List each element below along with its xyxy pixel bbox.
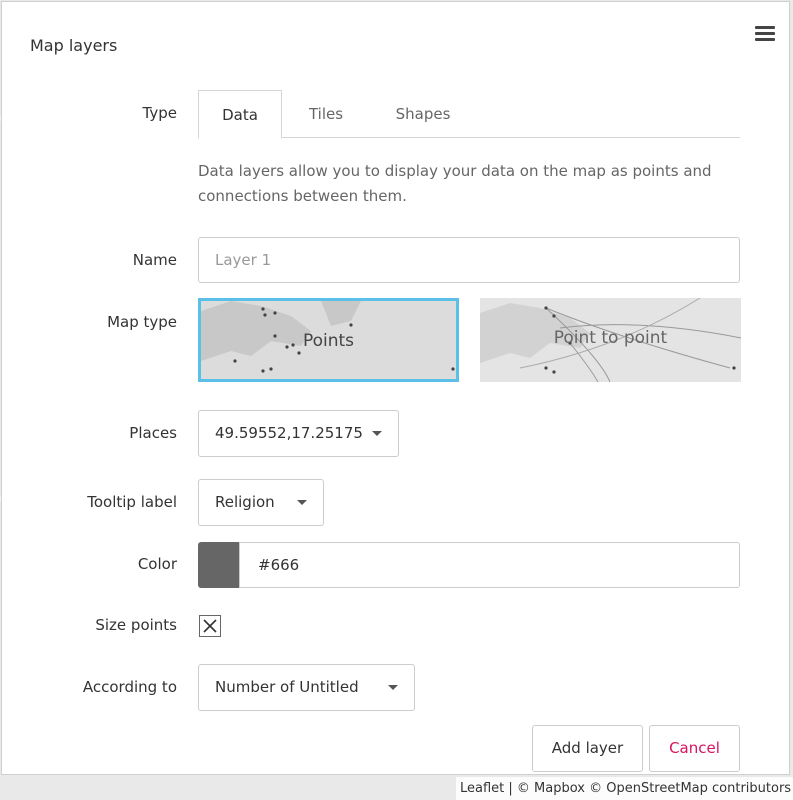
map-attribution[interactable]: Leaflet | © Mapbox © OpenStreetMap contr… (456, 777, 793, 800)
data-layer-description: Data layers allow you to display your da… (198, 162, 712, 205)
places-label: Places (129, 424, 177, 442)
color-label: Color (137, 555, 177, 573)
places-selected-value: 49.59552,17.25175 (215, 424, 363, 442)
tooltip-label-label: Tooltip label (87, 493, 177, 511)
chevron-down-icon (388, 685, 398, 690)
tab-data[interactable]: Data (198, 90, 282, 139)
hamburger-menu-icon[interactable] (755, 26, 775, 42)
name-label: Name (132, 251, 177, 269)
size-points-checkbox[interactable] (199, 615, 221, 637)
cancel-button[interactable]: Cancel (649, 725, 740, 772)
according-selected-value: Number of Untitled (215, 678, 359, 696)
places-select[interactable]: 49.59552,17.25175 (198, 410, 399, 457)
color-input[interactable]: #666 (239, 542, 740, 588)
map-layers-panel: Map layers Type Data Tiles Shapes Data l… (1, 1, 790, 775)
according-to-select[interactable]: Number of Untitled (198, 664, 415, 711)
tab-tiles[interactable]: Tiles (282, 90, 370, 138)
tooltip-label-select[interactable]: Religion (198, 479, 324, 526)
add-layer-button[interactable]: Add layer (532, 725, 643, 772)
checkbox-x-icon (203, 619, 217, 633)
map-type-points-option[interactable]: Points (198, 298, 459, 382)
type-label: Type (142, 104, 177, 122)
color-swatch[interactable] (198, 542, 240, 588)
chevron-down-icon (372, 431, 382, 436)
point-to-point-option-label: Point to point (553, 328, 668, 348)
according-to-label: According to (82, 678, 177, 696)
map-type-point-to-point-option[interactable]: Point to point (480, 298, 741, 382)
tooltip-selected-value: Religion (215, 493, 275, 511)
tab-shapes[interactable]: Shapes (370, 90, 476, 138)
map-type-label: Map type (107, 313, 177, 331)
layer-type-tabs: Data Tiles Shapes (198, 90, 740, 139)
points-option-label: Points (302, 331, 355, 351)
layer-name-input[interactable] (198, 237, 740, 283)
size-points-label: Size points (95, 616, 177, 634)
chevron-down-icon (297, 500, 307, 505)
panel-title: Map layers (30, 36, 118, 55)
